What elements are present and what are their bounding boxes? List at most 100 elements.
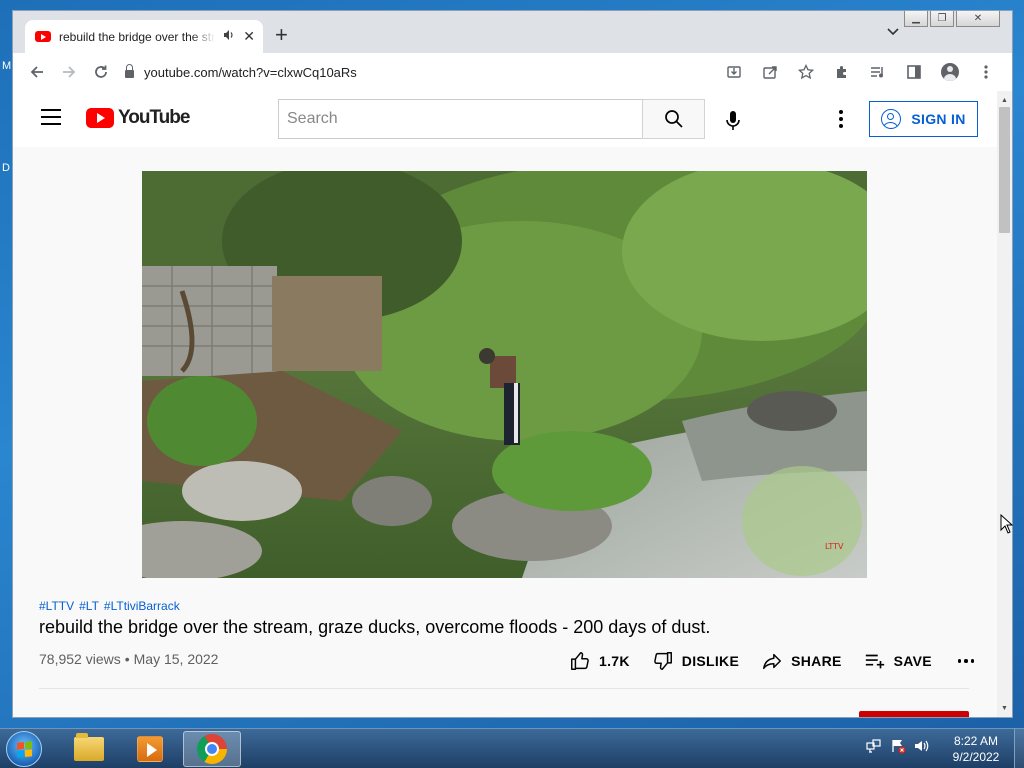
playlist-add-icon bbox=[865, 654, 884, 669]
save-button[interactable]: SAVE bbox=[864, 650, 932, 672]
section-divider bbox=[39, 688, 969, 689]
new-tab-button[interactable]: + bbox=[275, 23, 288, 47]
minimize-button[interactable]: ▁ bbox=[904, 11, 928, 27]
youtube-play-icon bbox=[86, 108, 114, 128]
window-controls: ▁ ❐ ✕ bbox=[904, 11, 1000, 27]
forward-button[interactable] bbox=[53, 56, 85, 88]
reload-icon bbox=[95, 65, 107, 78]
back-button[interactable] bbox=[21, 56, 53, 88]
more-actions-icon[interactable] bbox=[957, 659, 975, 663]
address-bar[interactable]: youtube.com/watch?v=clxwCq10aRs bbox=[125, 58, 705, 86]
taskbar-clock[interactable]: 8:22 AM 9/2/2022 bbox=[936, 733, 1016, 765]
thumbs-down-icon bbox=[653, 652, 672, 670]
clock-time: 8:22 AM bbox=[953, 734, 999, 748]
speaker-icon[interactable] bbox=[223, 29, 235, 44]
scroll-down-arrow-icon[interactable]: ▼ bbox=[997, 701, 1012, 715]
chrome-menu-icon[interactable] bbox=[970, 57, 1002, 87]
bookmark-star-icon[interactable] bbox=[790, 57, 822, 87]
page-scrollbar[interactable]: ▲ ▼ bbox=[997, 91, 1012, 717]
video-title: rebuild the bridge over the stream, graz… bbox=[39, 617, 711, 637]
back-arrow-icon bbox=[30, 66, 43, 78]
microphone-icon bbox=[726, 111, 740, 130]
hashtag-list: #LTTV #LT #LTtiviBarrack bbox=[39, 599, 180, 613]
share-icon[interactable] bbox=[754, 57, 786, 87]
chrome-icon bbox=[197, 734, 227, 764]
side-panel-icon[interactable] bbox=[898, 57, 930, 87]
taskbar-chrome[interactable] bbox=[183, 731, 241, 767]
video-watermark: LTTV bbox=[825, 542, 844, 551]
media-player-icon bbox=[137, 736, 163, 762]
hashtag-link[interactable]: #LT bbox=[79, 599, 99, 613]
dislike-button[interactable]: DISLIKE bbox=[652, 650, 739, 672]
sign-in-button[interactable]: SIGN IN bbox=[869, 101, 978, 137]
youtube-logo-text: YouTube bbox=[118, 107, 190, 128]
video-frame-image: LTTV bbox=[142, 171, 867, 578]
video-meta: 78,952 views • May 15, 2022 bbox=[39, 651, 218, 667]
install-app-icon[interactable] bbox=[718, 57, 750, 87]
scroll-thumb[interactable] bbox=[999, 107, 1010, 233]
start-button[interactable] bbox=[6, 731, 42, 767]
video-actions: 1.7K DISLIKE SHARE SAVE bbox=[569, 647, 975, 675]
youtube-logo[interactable]: YouTube bbox=[86, 107, 190, 129]
taskbar-file-explorer[interactable] bbox=[60, 731, 118, 767]
like-button[interactable]: 1.7K bbox=[569, 650, 630, 672]
upload-date: May 15, 2022 bbox=[133, 651, 219, 667]
youtube-favicon-icon bbox=[35, 31, 51, 42]
share-button[interactable]: SHARE bbox=[761, 650, 842, 672]
meta-separator: • bbox=[124, 651, 130, 667]
system-tray bbox=[866, 738, 930, 754]
tab-youtube-video[interactable]: rebuild the bridge over the stream, graz… bbox=[25, 20, 263, 53]
tab-title: rebuild the bridge over the stream, graz… bbox=[59, 29, 216, 44]
tab-search-button[interactable] bbox=[887, 25, 899, 39]
guide-menu-icon[interactable] bbox=[41, 109, 61, 125]
lock-icon[interactable] bbox=[125, 64, 134, 78]
forward-arrow-icon bbox=[63, 66, 76, 78]
profile-button[interactable] bbox=[934, 57, 966, 87]
tab-close-icon[interactable]: ✕ bbox=[243, 28, 255, 45]
flag-alert-icon[interactable] bbox=[890, 738, 906, 754]
mouse-cursor-icon bbox=[1000, 513, 1014, 539]
reload-button[interactable] bbox=[85, 56, 117, 88]
hashtag-link[interactable]: #LTtiviBarrack bbox=[104, 599, 180, 613]
volume-icon[interactable] bbox=[914, 738, 930, 754]
extensions-icon[interactable] bbox=[826, 57, 858, 87]
browser-window: rebuild the bridge over the stream, graz… bbox=[12, 10, 1013, 718]
toolbar-actions bbox=[718, 57, 1002, 87]
desktop-icon-label-m: M bbox=[2, 60, 12, 72]
dislike-label: DISLIKE bbox=[681, 653, 740, 669]
search-bar bbox=[278, 99, 705, 139]
tab-strip: rebuild the bridge over the stream, graz… bbox=[13, 11, 1012, 53]
subscribe-button-partial[interactable] bbox=[859, 711, 969, 717]
scroll-up-arrow-icon[interactable]: ▲ bbox=[997, 93, 1012, 107]
search-button[interactable] bbox=[642, 99, 705, 139]
youtube-header: YouTube SIGN IN bbox=[13, 91, 997, 147]
search-icon bbox=[664, 110, 683, 128]
close-window-button[interactable]: ✕ bbox=[956, 11, 1000, 27]
hashtag-link[interactable]: #LTTV bbox=[39, 599, 74, 613]
network-icon[interactable] bbox=[866, 738, 882, 754]
taskbar-media-player[interactable] bbox=[121, 731, 179, 767]
page-viewport: YouTube SIGN IN bbox=[13, 91, 1012, 717]
folder-icon bbox=[74, 733, 104, 761]
thumbs-up-icon bbox=[571, 652, 589, 670]
settings-menu-icon[interactable] bbox=[831, 105, 851, 133]
save-label: SAVE bbox=[893, 653, 932, 669]
share-arrow-icon bbox=[763, 653, 782, 670]
share-label: SHARE bbox=[791, 653, 842, 669]
video-player[interactable]: LTTV bbox=[142, 171, 867, 578]
browser-toolbar: youtube.com/watch?v=clxwCq10aRs bbox=[13, 53, 1012, 91]
show-desktop-button[interactable] bbox=[1014, 729, 1024, 768]
windows-logo-icon bbox=[16, 740, 32, 758]
avatar-icon bbox=[941, 63, 959, 81]
like-count: 1.7K bbox=[599, 653, 630, 669]
search-input[interactable] bbox=[278, 99, 642, 139]
account-icon bbox=[881, 109, 902, 129]
windows-taskbar: 8:22 AM 9/2/2022 bbox=[0, 728, 1024, 768]
restore-button[interactable]: ❐ bbox=[930, 11, 954, 27]
media-controls-icon[interactable] bbox=[862, 57, 894, 87]
view-count: 78,952 views bbox=[39, 651, 121, 667]
url-text[interactable]: youtube.com/watch?v=clxwCq10aRs bbox=[144, 65, 357, 80]
voice-search-button[interactable] bbox=[713, 101, 753, 141]
desktop-icon-label-d: D bbox=[2, 162, 10, 174]
sign-in-label: SIGN IN bbox=[911, 111, 966, 127]
